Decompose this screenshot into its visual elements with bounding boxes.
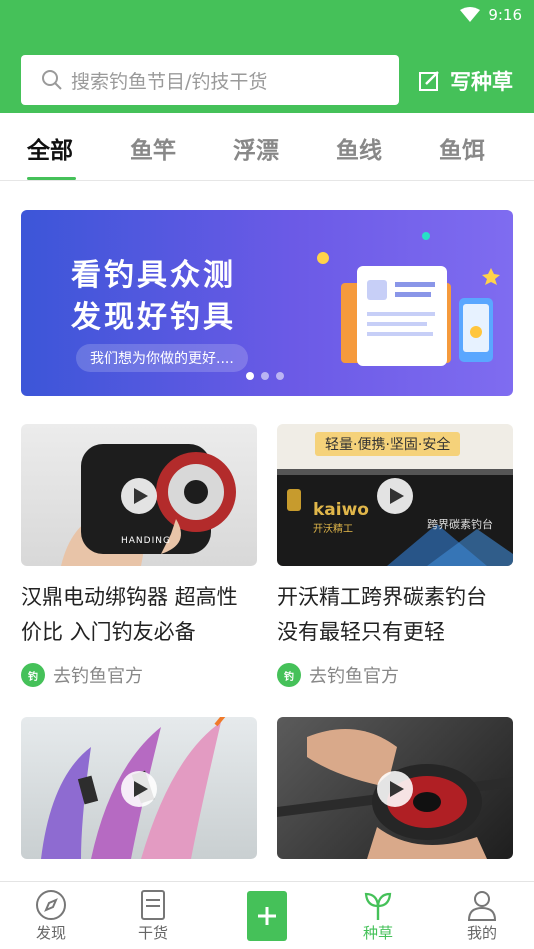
compass-icon [36,890,66,920]
sprout-icon [364,892,392,920]
search-icon [42,70,62,90]
play-icon [389,781,404,797]
plus-icon [258,907,276,925]
play-button[interactable] [377,478,413,514]
banner-headline-1: 看钓具众测 [71,258,236,293]
video-card[interactable]: HANDING 汉鼎电动绑钩器 超高性价比 入门钓友必备 钓 去钓鱼官方 [21,424,257,688]
card-author[interactable]: 钓 去钓鱼官方 [277,662,513,688]
category-tabs: 全部 鱼竿 浮漂 鱼线 鱼饵 [0,113,534,181]
nav-recommend-label: 种草 [362,924,393,942]
play-icon [133,488,148,504]
video-thumbnail[interactable] [277,717,513,859]
promo-banner[interactable]: 看钓具众测 发现好钓具 我们想为你做的更好.... [21,210,513,396]
card-title[interactable]: 开沃精工跨界碳素钓台 没有最轻只有更轻 [277,580,513,650]
banner-tagline: 我们想为你做的更好.... [76,344,248,372]
carousel-dot[interactable] [276,372,284,380]
thumbnail-brand: HANDING [121,536,171,546]
app-header: 9:16 搜索钓鱼节目/钓技干货 写种草 [0,0,534,113]
play-button[interactable] [121,771,157,807]
author-name: 去钓鱼官方 [309,666,399,687]
bottom-navigation: 发现 干货 种草 我的 [0,881,534,949]
nav-recommend[interactable]: 种草 [343,888,413,943]
thumbnail-brand: kaiwo [313,500,369,520]
wifi-icon [460,7,481,22]
carousel-indicator [246,372,284,380]
thumbnail-product-mark: 跨界碳素钓台 [427,518,493,531]
nav-discover[interactable]: 发现 [16,888,86,943]
tab-rod[interactable]: 鱼竿 [130,131,176,165]
write-post-button[interactable]: 写种草 [418,66,513,96]
carousel-dot[interactable] [246,372,254,380]
document-icon [141,890,165,920]
carousel-dot[interactable] [261,372,269,380]
nav-profile[interactable]: 我的 [447,888,517,943]
video-card[interactable] [277,717,513,859]
tab-float[interactable]: 浮漂 [233,131,279,165]
video-thumbnail[interactable]: 轻量·便携·坚固·安全 kaiwo 开沃精工 跨界碳素钓台 [277,424,513,566]
user-icon [467,891,497,921]
play-icon [133,781,148,797]
write-post-label: 写种草 [450,70,513,94]
play-icon [389,488,404,504]
active-tab-indicator [27,177,76,180]
banner-headline-2: 发现好钓具 [71,300,236,335]
tab-line[interactable]: 鱼线 [336,131,382,165]
video-card[interactable]: 轻量·便携·坚固·安全 kaiwo 开沃精工 跨界碳素钓台 开沃精工跨界碳素钓台… [277,424,513,688]
tab-bait[interactable]: 鱼饵 [439,131,485,165]
status-bar: 9:16 [460,4,522,26]
add-post-button[interactable] [247,891,287,941]
search-placeholder: 搜索钓鱼节目/钓技干货 [71,70,268,93]
thumbnail-tag: 轻量·便携·坚固·安全 [315,432,461,456]
status-time: 9:16 [488,6,522,24]
thumbnail-brand-sub: 开沃精工 [313,524,353,535]
play-button[interactable] [377,771,413,807]
video-card[interactable] [21,717,257,859]
card-author[interactable]: 钓 去钓鱼官方 [21,662,257,688]
tab-all[interactable]: 全部 [27,131,73,165]
nav-profile-label: 我的 [466,924,497,942]
author-avatar: 钓 [21,663,45,687]
edit-icon [419,71,439,91]
card-title[interactable]: 汉鼎电动绑钩器 超高性价比 入门钓友必备 [21,580,257,650]
nav-discover-label: 发现 [35,924,66,942]
author-name: 去钓鱼官方 [53,666,143,687]
video-thumbnail[interactable] [21,717,257,859]
play-button[interactable] [121,478,157,514]
nav-tips-label: 干货 [137,924,168,942]
author-avatar: 钓 [277,663,301,687]
search-input[interactable]: 搜索钓鱼节目/钓技干货 [21,55,399,105]
document-illustration [317,232,500,366]
video-thumbnail[interactable]: HANDING [21,424,257,566]
nav-tips[interactable]: 干货 [118,888,188,943]
